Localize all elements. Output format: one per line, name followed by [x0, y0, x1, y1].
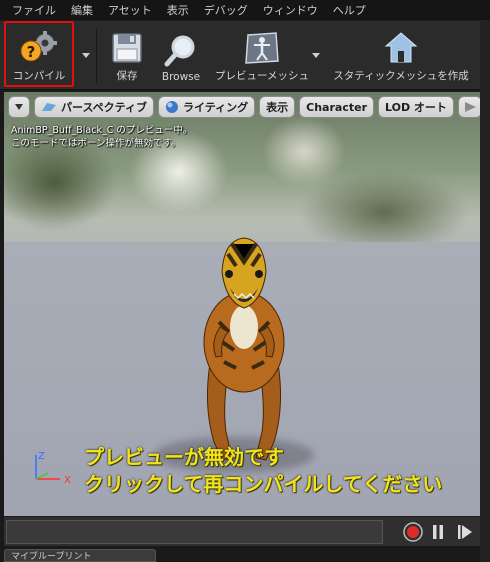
chevron-down-icon [15, 104, 23, 110]
pause-icon[interactable] [430, 521, 446, 543]
viewport-toolbar: パースペクティブ ライティング 表示 Character LOD オート [8, 96, 482, 118]
menu-edit[interactable]: 編集 [65, 2, 102, 18]
lighting-label: ライティング [183, 101, 249, 114]
preview-info-line2: このモードではボーン操作が無効です。 [11, 138, 181, 149]
record-button-icon[interactable] [402, 521, 424, 543]
preview-mesh-figure-icon [245, 32, 279, 64]
warning-line2: クリックして再コンパイルしてください [84, 472, 443, 496]
preview-info-line1: AnimBP_Buff_Black_C のプレビュー中。 [11, 125, 193, 136]
viewport-options-button[interactable] [8, 96, 30, 118]
lighting-button[interactable]: ライティング [158, 96, 256, 118]
menu-file[interactable]: ファイル [6, 2, 65, 18]
menu-debug[interactable]: デバッグ [198, 2, 257, 18]
preview-info-text: AnimBP_Buff_Black_C のプレビュー中。 このモードではボーン操… [11, 124, 192, 150]
step-forward-icon[interactable] [456, 521, 474, 543]
magnifier-icon [164, 35, 195, 67]
lod-button[interactable]: LOD オート [378, 96, 454, 118]
my-blueprint-tab[interactable]: マイブループリント [4, 549, 156, 562]
lod-label: LOD オート [385, 101, 447, 114]
show-label: 表示 [266, 101, 289, 114]
save-button[interactable]: 保存 [104, 23, 150, 87]
show-button[interactable]: 表示 [259, 96, 296, 118]
browse-button[interactable]: Browse [154, 23, 208, 87]
right-panel-edge [480, 20, 490, 562]
play-speed-button[interactable] [457, 96, 482, 118]
my-blueprint-label: マイブループリント [11, 552, 92, 562]
character-button[interactable]: Character [299, 96, 374, 118]
axis-gizmo-icon: Z X [35, 451, 71, 483]
static-mesh-house-icon [384, 32, 418, 63]
menu-view[interactable]: 表示 [161, 2, 198, 18]
character-label: Character [306, 100, 367, 114]
menu-asset[interactable]: アセット [102, 2, 161, 18]
compile-options-chevron-icon[interactable] [81, 49, 91, 61]
perspective-button[interactable]: パースペクティブ [34, 96, 155, 118]
perspective-label: パースペクティブ [61, 101, 148, 114]
preview-mesh-chevron-icon[interactable] [311, 49, 321, 61]
lighting-sphere-icon [166, 101, 179, 113]
invalid-preview-warning[interactable]: プレビューが無効です クリックして再コンパイルしてください [84, 444, 442, 498]
compile-button[interactable]: ? コンパイル [6, 23, 72, 87]
warning-line1: プレビューが無効です [84, 445, 284, 469]
axis-z-label: Z [38, 451, 45, 462]
svg-text:?: ? [27, 43, 36, 61]
preview-viewport[interactable]: パースペクティブ ライティング 表示 Character LOD オート Ani… [4, 92, 488, 516]
toolbar-separator [96, 29, 97, 83]
save-label: 保存 [116, 70, 138, 82]
menu-window[interactable]: ウィンドウ [257, 2, 327, 18]
browse-label: Browse [161, 71, 201, 83]
preview-mesh-button[interactable]: プレビューメッシュ [212, 23, 312, 87]
perspective-icon [42, 103, 56, 111]
timeline-scrubber[interactable] [6, 520, 383, 544]
compile-warning-icon: ? [20, 31, 57, 62]
menu-help[interactable]: ヘルプ [327, 2, 375, 18]
compile-label: コンパイル [12, 70, 66, 82]
make-static-mesh-label: スタティックメッシュを作成 [333, 70, 469, 82]
playback-bar [4, 516, 488, 546]
play-triangle-icon [464, 102, 476, 112]
make-static-mesh-button[interactable]: スタティックメッシュを作成 [330, 23, 472, 87]
menu-bar: ファイル 編集 アセット 表示 デバッグ ウィンドウ ヘルプ [0, 0, 490, 20]
save-floppy-icon [112, 33, 142, 63]
axis-x-label: X [64, 475, 71, 483]
main-toolbar: ? コンパイル 保存 Browse プレビューメッシュ スタティックメッシュを作… [0, 20, 490, 90]
preview-mesh-label: プレビューメッシュ [214, 70, 310, 82]
